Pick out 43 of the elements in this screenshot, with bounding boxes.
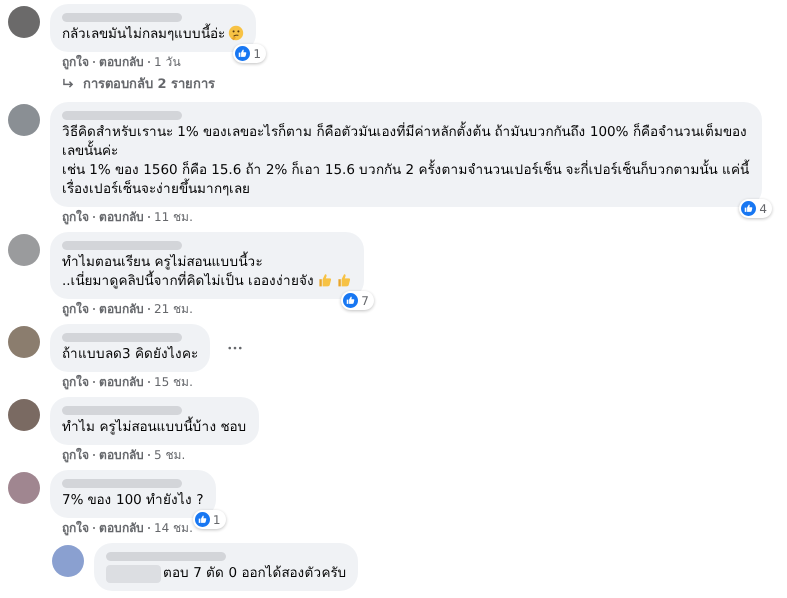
comment-text: ทำไมตอนเรียน ครูไม่สอนแบบนี้วะ [62, 254, 262, 270]
comment-text: ..เนี่ยมาดูคลิปนี้จากที่คิดไม่เป็น เอองง่ายจัง [62, 273, 314, 289]
avatar-placeholder[interactable] [8, 234, 40, 266]
comment-time[interactable]: 21 ชม. [154, 301, 193, 317]
reply-link[interactable]: ตอบกลับ [99, 447, 144, 463]
comment-time[interactable]: 5 ชม. [154, 447, 186, 463]
like-link[interactable]: ถูกใจ [62, 301, 89, 317]
reply-arrow-icon [62, 78, 75, 89]
like-reaction-badge[interactable]: 7 [341, 291, 374, 310]
like-link[interactable]: ถูกใจ [62, 520, 89, 536]
comment-time[interactable]: 11 ชม. [154, 209, 193, 225]
avatar-placeholder[interactable] [8, 6, 40, 38]
comment-text: ทำไม ครูไม่สอนแบบนี้บ้าง ชอบ [62, 419, 247, 435]
comment-text: เช่น 1% ของ 1560 ก็คือ 15.6 ถ้า 2% ก็เอา 15.6 บวกกัน 2 ครั้งตามจำนวนเปอร์เซ็น จะกี่เปอร์เซ็นก็บวกตามนั้น แค่นี้เรื่องเปอร์เซ็นจะง่ายขึ้นมากๆเลย [62, 162, 749, 197]
thumbs-up-icon [316, 272, 333, 288]
reply-link[interactable]: ตอบกลับ [99, 520, 144, 536]
reply-link[interactable]: ตอบกลับ [99, 54, 144, 70]
like-reaction-badge[interactable]: 4 [739, 199, 772, 218]
avatar-placeholder[interactable] [8, 472, 40, 504]
comment-text: ถ้าแบบลด3 คิดยังไงคะ [62, 346, 198, 362]
comment-time[interactable]: 1 วัน [154, 54, 180, 70]
thinking-face-icon [228, 25, 244, 41]
like-link[interactable]: ถูกใจ [62, 447, 89, 463]
reply-link[interactable]: ตอบกลับ [99, 301, 144, 317]
like-reaction-badge[interactable]: 1 [192, 510, 226, 529]
avatar-placeholder[interactable] [8, 326, 40, 358]
avatar-placeholder[interactable] [52, 545, 84, 577]
comment-text: ตอบ 7 ตัด 0 ออกได้สองตัวครับ [163, 565, 346, 581]
like-link[interactable]: ถูกใจ [62, 54, 89, 70]
like-link[interactable]: ถูกใจ [62, 209, 89, 225]
like-link[interactable]: ถูกใจ [62, 374, 89, 390]
comment-time[interactable]: 15 ชม. [154, 374, 193, 390]
comment-text: กลัวเลขมันไม่กลมๆแบบนี้อ่ะ [62, 26, 225, 42]
like-reaction-badge[interactable]: 1 [233, 44, 266, 63]
reply-link[interactable]: ตอบกลับ [99, 374, 144, 390]
thumbs-up-icon [336, 272, 352, 288]
comment-text: 7% ของ 100 ทำยังไง ? [62, 492, 204, 508]
avatar-placeholder[interactable] [8, 399, 40, 431]
avatar-placeholder[interactable] [8, 104, 40, 136]
reply-link[interactable]: ตอบกลับ [99, 209, 144, 225]
view-replies-link[interactable]: การตอบกลับ 2 รายการ [83, 73, 216, 94]
comment-time[interactable]: 14 ชม. [154, 520, 193, 536]
comment-text: วิธีคิดสำหรับเรานะ 1% ของเลขอะไรก็ตาม ก็คือตัวมันเองที่มีค่าหลักตั้งต้น ถ้ามันบวกกันถึง 100% ก็คือจำนวนเต็มของเลขนั้นค่ะ [62, 124, 747, 159]
